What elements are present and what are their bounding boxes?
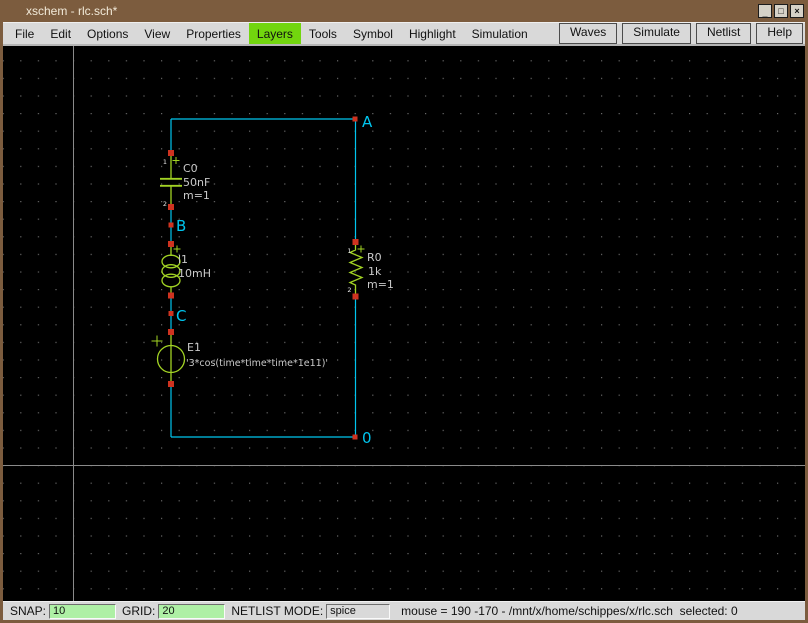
netlist-mode-input[interactable] — [326, 604, 390, 619]
close-icon: × — [794, 7, 799, 16]
minimize-button[interactable]: _ — [758, 4, 772, 18]
close-button[interactable]: × — [790, 4, 804, 18]
netlist-mode-label: NETLIST MODE: — [231, 604, 323, 618]
resistor-value: 1k — [368, 265, 382, 278]
capacitor-pin2-number: 2 — [163, 200, 167, 208]
menu-item-simulation[interactable]: Simulation — [464, 23, 536, 44]
schematic-svg[interactable]: 1 2 C0 50nF m=1 l1 10mH — [3, 46, 805, 601]
menu-item-options[interactable]: Options — [79, 23, 136, 44]
label-anchor-b — [169, 223, 174, 228]
menu-item-file[interactable]: File — [7, 23, 42, 44]
source-value: '3*cos(time*time*time*1e11)' — [186, 358, 328, 369]
schematic-canvas-area[interactable]: 1 2 C0 50nF m=1 l1 10mH — [3, 46, 805, 601]
resistor-pin-2 — [353, 294, 359, 300]
grid-dots — [3, 46, 805, 601]
menu-item-layers[interactable]: Layers — [249, 23, 301, 44]
grid-label: GRID: — [122, 604, 155, 618]
resistor-name: R0 — [367, 251, 382, 264]
minimize-icon: _ — [762, 9, 767, 18]
menu-item-tools[interactable]: Tools — [301, 23, 345, 44]
capacitor-pin-2 — [168, 204, 174, 210]
title-bar[interactable]: xschem - rlc.sch* _ □ × — [3, 0, 805, 22]
snap-input[interactable] — [49, 604, 116, 619]
help-button[interactable]: Help — [756, 23, 803, 43]
node-label-a[interactable]: A — [362, 113, 373, 131]
menu-item-edit[interactable]: Edit — [42, 23, 79, 44]
menu-item-symbol[interactable]: Symbol — [345, 23, 401, 44]
label-anchor-gnd — [353, 435, 358, 440]
inductor-pin-1 — [168, 241, 174, 247]
source-pin-2 — [168, 381, 174, 387]
menu-item-view[interactable]: View — [136, 23, 178, 44]
window-title: xschem - rlc.sch* — [26, 4, 117, 18]
resistor-mult: m=1 — [367, 278, 394, 291]
capacitor-pin-1 — [168, 150, 174, 156]
resistor-pin-1 — [353, 239, 359, 245]
xschem-window: xschem - rlc.sch* _ □ × File Edit Option… — [0, 0, 808, 623]
simulate-button[interactable]: Simulate — [622, 23, 691, 43]
capacitor-pin1-number: 1 — [163, 158, 167, 166]
menu-action-buttons: Waves Simulate Netlist Help — [559, 23, 805, 44]
menu-item-highlight[interactable]: Highlight — [401, 23, 464, 44]
source-name: E1 — [187, 341, 201, 354]
snap-label: SNAP: — [10, 604, 46, 618]
source-pin-1 — [168, 329, 174, 335]
maximize-icon: □ — [778, 7, 783, 16]
menu-bar: File Edit Options View Properties Layers… — [3, 22, 805, 46]
inductor-pin-2 — [168, 293, 174, 299]
waves-button[interactable]: Waves — [559, 23, 617, 43]
netlist-button[interactable]: Netlist — [696, 23, 751, 43]
capacitor-mult: m=1 — [183, 189, 210, 202]
inductor-name: l1 — [178, 253, 188, 266]
node-label-c[interactable]: C — [176, 307, 186, 325]
resistor-pin1-number: 1 — [347, 247, 351, 255]
window-controls: _ □ × — [758, 4, 805, 18]
node-label-b[interactable]: B — [176, 217, 186, 235]
resistor-pin2-number: 2 — [347, 286, 351, 294]
capacitor-name: C0 — [183, 162, 198, 175]
node-label-gnd[interactable]: 0 — [362, 429, 372, 447]
label-anchor-a — [353, 117, 358, 122]
maximize-button[interactable]: □ — [774, 4, 788, 18]
mouse-coordinates-text: mouse = 190 -170 - /mnt/x/home/schippes/… — [401, 604, 738, 618]
capacitor-value: 50nF — [183, 176, 210, 189]
label-anchor-c — [169, 311, 174, 316]
inductor-value: 10mH — [178, 267, 211, 280]
menu-item-properties[interactable]: Properties — [178, 23, 249, 44]
grid-input[interactable] — [158, 604, 225, 619]
status-bar: SNAP: GRID: NETLIST MODE: mouse = 190 -1… — [3, 601, 805, 620]
